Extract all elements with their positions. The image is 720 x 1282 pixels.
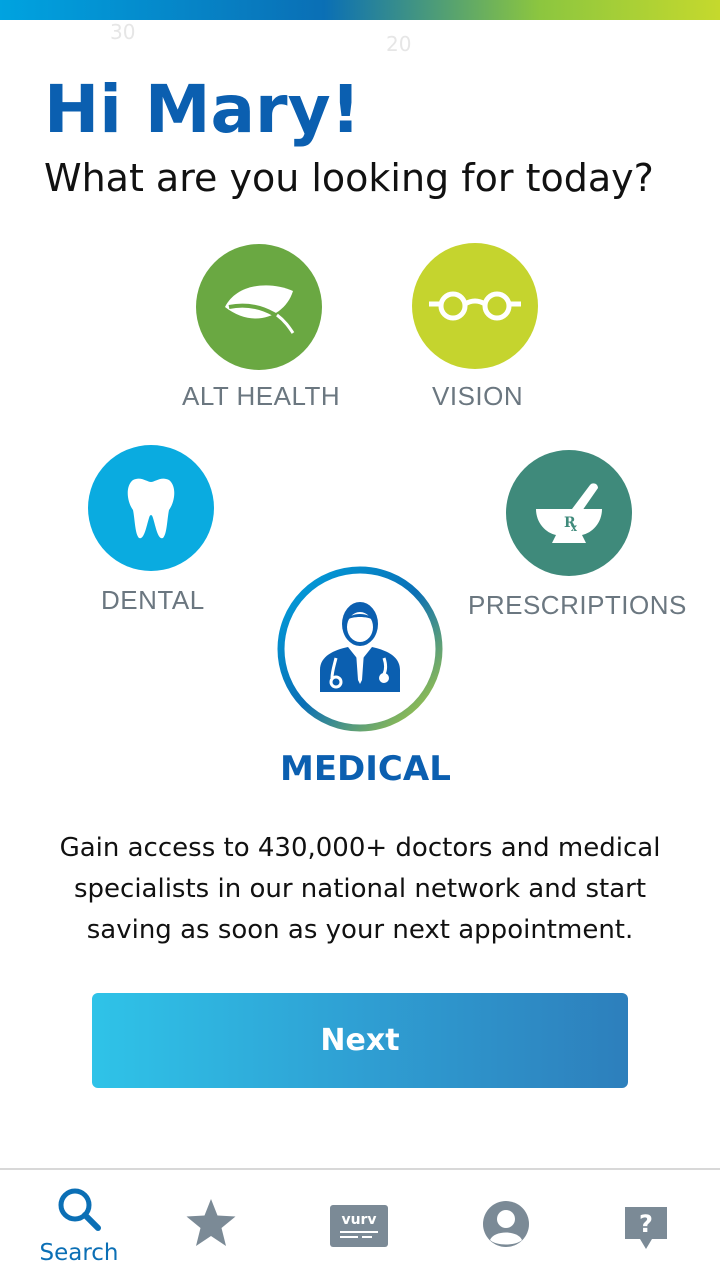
top-gradient-bar [0, 0, 720, 20]
category-medical[interactable]: MEDICAL [270, 564, 451, 794]
profile-icon [483, 1201, 529, 1247]
category-dental[interactable]: DENTAL [86, 444, 216, 615]
help-icon: ? [625, 1207, 667, 1249]
mortar-pestle-icon: R x [536, 483, 602, 543]
doctor-icon [320, 602, 400, 692]
svg-text:vurv: vurv [341, 1212, 376, 1228]
vision-circle [412, 243, 538, 369]
dental-label: DENTAL [101, 585, 205, 615]
search-icon [58, 1188, 101, 1231]
tooth-icon [127, 478, 175, 539]
tab-vurv-card[interactable]: vurv [287, 1170, 431, 1282]
alt-health-label: ALT HEALTH [182, 381, 341, 411]
tab-search-label: Search [39, 1240, 119, 1266]
next-button[interactable]: Next [92, 993, 628, 1088]
prescriptions-circle: R x [506, 450, 632, 576]
vurv-card-icon: vurv [330, 1205, 388, 1247]
svg-text:?: ? [639, 1210, 653, 1238]
category-vision[interactable]: VISION [410, 243, 540, 413]
category-alt-health[interactable]: ALT HEALTH [170, 244, 350, 414]
svg-text:x: x [571, 523, 578, 534]
tab-help[interactable]: ? [574, 1170, 718, 1282]
greeting-title: Hi Mary! [44, 71, 361, 148]
ghost-text: 30 [110, 20, 136, 44]
vision-label: VISION [432, 381, 524, 411]
dental-circle [88, 445, 214, 571]
tab-profile[interactable] [434, 1170, 578, 1282]
category-prescriptions[interactable]: R x PRESCRIPTIONS [466, 450, 686, 620]
bottom-tab-bar: Search vurv ? [0, 1168, 720, 1282]
category-description: Gain access to 430,000+ doctors and medi… [59, 833, 661, 945]
glasses-icon [429, 291, 521, 321]
alt-health-circle [196, 244, 322, 370]
medical-label: MEDICAL [280, 749, 451, 789]
star-icon [186, 1199, 236, 1246]
tab-search[interactable]: Search [7, 1170, 151, 1282]
prescriptions-label: PRESCRIPTIONS [468, 590, 687, 620]
tab-favorites[interactable] [139, 1170, 283, 1282]
leaf-icon [225, 285, 295, 334]
question-subtitle: What are you looking for today? [44, 156, 654, 200]
ghost-text: 20 [386, 32, 412, 56]
